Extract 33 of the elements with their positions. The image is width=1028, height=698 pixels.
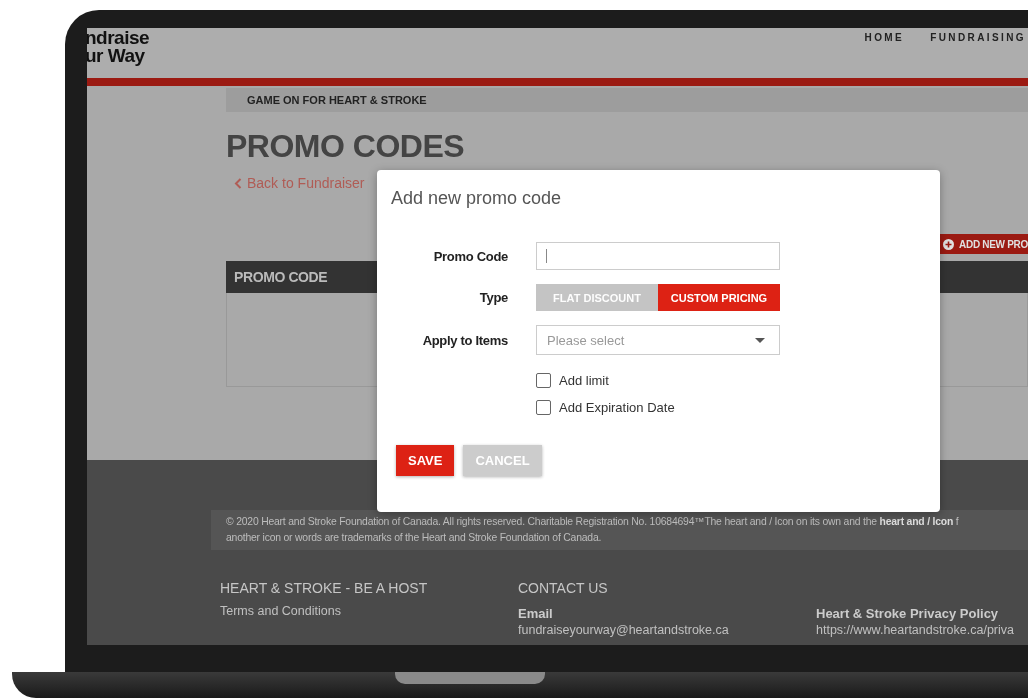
- chevron-left-icon: [234, 177, 242, 189]
- column-header: PROMO CODE: [233, 269, 328, 285]
- breadcrumb-text: GAME ON FOR HEART & STROKE: [247, 94, 427, 106]
- type-option[interactable]: CUSTOM PRICING: [658, 284, 780, 311]
- text-cursor: [546, 249, 547, 263]
- footer-label: Email: [518, 606, 554, 621]
- page-title: PROMO CODES: [226, 128, 466, 165]
- promo-code-input[interactable]: [536, 242, 780, 270]
- dropdown-caret-icon: [755, 337, 765, 343]
- footer-heading: CONTACT US: [518, 580, 609, 598]
- dialog-title: Add new promo code: [391, 188, 563, 209]
- checkbox[interactable]: [536, 400, 551, 415]
- checkbox[interactable]: [536, 373, 551, 388]
- add-promo-code-button[interactable]: ADD NEW PRO: [939, 234, 1028, 254]
- footer-link[interactable]: fundraiseyourway@heartandstroke.ca: [518, 623, 816, 638]
- site-logo[interactable]: ndraise ur Way: [87, 28, 150, 78]
- field-label: Promo Code: [432, 248, 508, 264]
- checkbox-label: Add limit: [559, 373, 609, 388]
- copyright-text: another icon or words are trademarks of the Heart and Stroke Foundation of Canada.: [226, 531, 603, 545]
- nav-link[interactable]: HOME: [864, 32, 905, 78]
- copyright-text: © 2020 Heart and Stroke Foundation of Canada. All rights reserved. Charitable Registration No. 10684694™The heart and / Icon on its own and the heart and / Icon f: [226, 515, 960, 529]
- save-button[interactable]: SAVE: [396, 445, 455, 476]
- checkbox-label: Add Expiration Date: [559, 400, 675, 415]
- field-label: Type: [478, 290, 508, 305]
- footer-label: Heart & Stroke Privacy Policy: [816, 606, 1000, 621]
- select-placeholder: Please select: [547, 332, 625, 348]
- footer-heading: HEART & STROKE - BE A HOST: [220, 580, 429, 598]
- items-select[interactable]: Please select: [536, 325, 780, 355]
- footer-link[interactable]: https://www.heartandstroke.ca/priva: [816, 623, 1016, 638]
- plus-circle-icon: [943, 238, 955, 250]
- footer-link[interactable]: Terms and Conditions: [220, 604, 518, 619]
- nav-link[interactable]: FUNDRAISING: [930, 32, 1026, 78]
- field-label: Apply to Items: [421, 332, 508, 348]
